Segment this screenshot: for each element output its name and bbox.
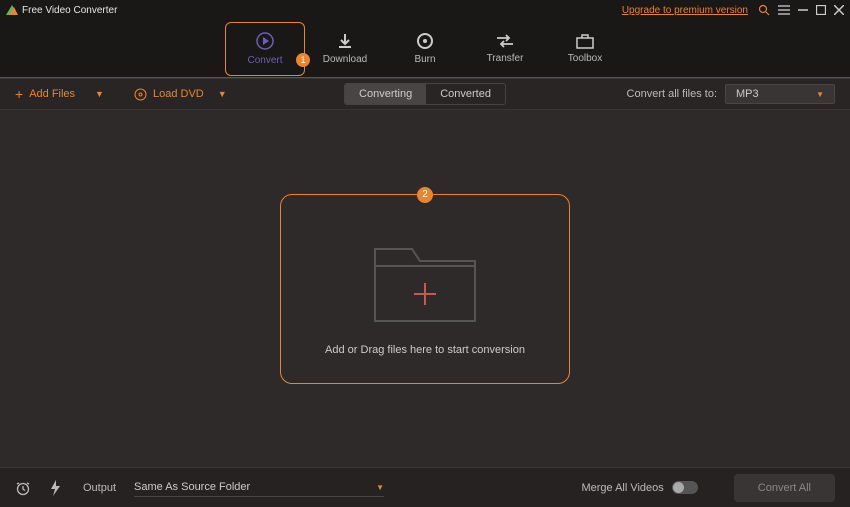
merge-videos-control: Merge All Videos	[581, 481, 697, 494]
nav-convert[interactable]: Convert 1	[225, 22, 305, 76]
app-logo-icon	[6, 5, 18, 15]
toolbox-icon	[576, 33, 594, 49]
menu-icon[interactable]	[778, 5, 790, 15]
titlebar: Free Video Converter Upgrade to premium …	[0, 0, 850, 20]
chevron-down-icon: ▼	[376, 483, 384, 492]
footer: Output Same As Source Folder ▼ Merge All…	[0, 467, 850, 507]
load-dvd-label: Load DVD	[153, 88, 204, 100]
main-nav: Convert 1 Download Burn Transfer Toolbox	[0, 20, 850, 78]
merge-label: Merge All Videos	[581, 482, 663, 494]
format-value: MP3	[736, 88, 759, 100]
burn-icon	[416, 32, 434, 50]
folder-add-icon	[370, 231, 480, 326]
nav-label: Burn	[414, 54, 435, 65]
download-icon	[336, 32, 354, 50]
merge-toggle[interactable]	[672, 481, 698, 494]
convert-all-label: Convert all files to:	[627, 88, 717, 100]
window-controls	[778, 5, 844, 15]
toolbar: + Add Files ▼ Load DVD ▼ Converting Conv…	[0, 78, 850, 110]
upgrade-link[interactable]: Upgrade to premium version	[622, 5, 748, 16]
disc-icon	[134, 88, 147, 101]
convert-all-button[interactable]: Convert All	[734, 474, 835, 502]
maximize-icon[interactable]	[816, 5, 826, 15]
search-icon[interactable]	[758, 4, 770, 16]
minimize-icon[interactable]	[798, 5, 808, 15]
content-area: 2 Add or Drag files here to start conver…	[0, 110, 850, 467]
nav-toolbox[interactable]: Toolbox	[545, 22, 625, 76]
nav-label: Convert	[247, 55, 282, 66]
chevron-down-icon: ▼	[95, 89, 104, 99]
output-value: Same As Source Folder	[134, 481, 250, 493]
format-select[interactable]: MP3 ▼	[725, 84, 835, 104]
plus-icon: +	[15, 86, 23, 102]
tab-converting[interactable]: Converting	[345, 84, 426, 104]
output-folder-select[interactable]: Same As Source Folder ▼	[134, 478, 384, 497]
status-tabs: Converting Converted	[344, 83, 506, 105]
close-icon[interactable]	[834, 5, 844, 15]
lightning-icon[interactable]	[49, 480, 61, 496]
clock-icon[interactable]	[15, 480, 31, 496]
tab-converted[interactable]: Converted	[426, 84, 505, 104]
step-marker-2: 2	[417, 187, 433, 203]
chevron-down-icon: ▼	[816, 90, 824, 99]
nav-transfer[interactable]: Transfer	[465, 22, 545, 76]
nav-download[interactable]: Download	[305, 22, 385, 76]
chevron-down-icon: ▼	[218, 89, 227, 99]
app-title: Free Video Converter	[22, 5, 117, 16]
nav-label: Toolbox	[568, 53, 602, 64]
transfer-icon	[495, 33, 515, 49]
nav-label: Download	[323, 54, 367, 65]
output-label: Output	[83, 482, 116, 494]
dropzone-hint: Add or Drag files here to start conversi…	[325, 344, 525, 356]
nav-burn[interactable]: Burn	[385, 22, 465, 76]
load-dvd-button[interactable]: Load DVD ▼	[134, 88, 227, 101]
add-files-button[interactable]: + Add Files ▼	[15, 86, 104, 102]
dropzone[interactable]: 2 Add or Drag files here to start conver…	[280, 194, 570, 384]
nav-label: Transfer	[487, 53, 524, 64]
convert-icon	[255, 31, 275, 51]
add-files-label: Add Files	[29, 88, 75, 100]
